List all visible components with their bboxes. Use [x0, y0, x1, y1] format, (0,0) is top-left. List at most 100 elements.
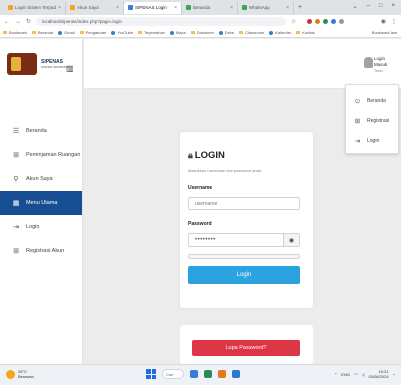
browser-tab[interactable]: Login Sistem Terpadu ×	[4, 1, 66, 14]
sidebar: SIPENAS SISTEM INFORMASI ▥ ☰ Beranda ⊞ Pem…	[0, 39, 83, 364]
url-input[interactable]: localhost/sipenas/index.php?page=login	[36, 17, 287, 26]
windows-start-icon[interactable]	[146, 369, 156, 379]
forgot-password-card: Lupa Password?	[180, 325, 313, 364]
sidebar-nav: ☰ Beranda ⊞ Peminjaman Ruangan ⚲ Akun Saya …	[0, 119, 82, 263]
home-icon: ⊙	[354, 98, 361, 105]
bookmark-item[interactable]: Maps	[170, 30, 186, 35]
sidebar-item-registrasi[interactable]: ⊞ Registrasi Akun	[0, 239, 82, 263]
notification-icon[interactable]: ◔	[393, 372, 395, 377]
sidebar-item-beranda[interactable]: ☰ Beranda	[0, 119, 82, 143]
login-button[interactable]: Login	[188, 266, 300, 284]
taskbar-apps: Cari	[146, 369, 240, 379]
login-icon: ⇥	[354, 138, 361, 145]
login-card: 🔒︎ LOGIN Masukkan username dan password a…	[180, 132, 313, 308]
show-password-icon[interactable]: ◉	[283, 234, 299, 246]
close-window-icon[interactable]: ×	[391, 3, 395, 10]
tab-favicon-icon	[186, 5, 191, 10]
username-input[interactable]: username	[188, 197, 300, 210]
user-menu[interactable]: Login Masuk Tamu	[374, 56, 396, 74]
close-icon[interactable]: ×	[286, 5, 289, 11]
sidebar-item-peminjaman[interactable]: ⊞ Peminjaman Ruangan	[0, 143, 82, 167]
taskbar: 28°C Berawan Cari ⌃ ENG ◠ ◁ 10:21 03/06/20…	[0, 364, 401, 385]
file-explorer-icon[interactable]	[190, 370, 198, 378]
browser-tab[interactable]: WhatsApp ×	[238, 1, 294, 14]
bookmark-item[interactable]: Gmail	[58, 30, 74, 35]
browser-tab-bar: Login Sistem Terpadu × Akun Saya × SIPENAS…	[0, 0, 401, 15]
browser-tab-active[interactable]: SIPENAS Login ×	[124, 1, 182, 14]
home-icon: ☰	[12, 128, 20, 135]
username-label: Username	[188, 185, 213, 191]
tab-favicon-icon	[128, 5, 133, 10]
close-icon[interactable]: ×	[116, 5, 119, 11]
minimize-icon[interactable]: –	[367, 3, 370, 10]
bookmark-item[interactable]: Terjemahan	[138, 30, 165, 35]
chevron-up-icon[interactable]: ⌃	[334, 372, 337, 377]
bookmark-item[interactable]: Dokumen	[191, 30, 214, 35]
vscode-icon[interactable]	[232, 370, 240, 378]
taskbar-search[interactable]: Cari	[162, 369, 184, 379]
sidebar-item-login[interactable]: ⇥ Login	[0, 215, 82, 239]
bookmark-item[interactable]: Drive	[219, 30, 234, 35]
tab-favicon-icon	[242, 5, 247, 10]
forward-icon[interactable]: →	[15, 19, 21, 25]
volume-icon[interactable]: ◁	[361, 372, 364, 377]
password-group: •••••••• ◉	[188, 233, 300, 247]
reload-icon[interactable]: ↻	[26, 18, 31, 25]
star-icon[interactable]: ☆	[291, 18, 296, 25]
tab-favicon-icon	[70, 5, 75, 10]
bookmark-item[interactable]: Kalender	[269, 30, 291, 35]
password-input[interactable]: ••••••••	[189, 234, 283, 246]
bookmark-item[interactable]: Classroom	[239, 30, 264, 35]
clock[interactable]: 10:21 03/06/2024	[369, 369, 389, 379]
calendar-icon: ⊞	[13, 152, 19, 159]
close-icon[interactable]: ×	[174, 5, 177, 11]
extension-icons[interactable]	[307, 19, 345, 24]
other-bookmarks[interactable]: Bookmark lain	[372, 30, 401, 35]
user-icon: ⚲	[13, 176, 19, 183]
bookmark-item[interactable]: Bookmark	[3, 30, 27, 35]
address-bar: ← → ↻ localhost/sipenas/index.php?page=l…	[0, 15, 401, 28]
browser-icon[interactable]	[218, 370, 226, 378]
grid-icon: ▦	[12, 200, 20, 207]
sidebar-item-akun[interactable]: ⚲ Akun Saya	[0, 167, 82, 191]
register-icon: ⊞	[13, 248, 19, 255]
weather-widget[interactable]: 28°C Berawan	[6, 369, 34, 379]
bookmark-item[interactable]: Kontak	[296, 30, 314, 35]
dropdown-item-login[interactable]: ⇥ Login	[346, 131, 398, 151]
register-icon: ⊞	[354, 118, 361, 125]
password-label: Password	[188, 221, 212, 227]
weather-icon	[6, 369, 15, 379]
top-bar: Login Masuk Tamu	[84, 39, 401, 89]
new-tab-icon[interactable]: +	[298, 4, 302, 11]
password-strength-bar	[188, 254, 300, 259]
close-icon[interactable]: ×	[58, 5, 61, 11]
bookmark-item[interactable]: YouTube	[111, 30, 133, 35]
tab-favicon-icon	[8, 5, 13, 10]
language-indicator[interactable]: ENG	[341, 372, 350, 377]
dropdown-item-beranda[interactable]: ⊙ Beranda	[346, 91, 398, 111]
chevron-down-icon[interactable]: ⌄	[352, 3, 357, 10]
lock-icon: 🔒︎	[188, 150, 193, 160]
menu-toggle-icon[interactable]: ▥	[66, 64, 74, 73]
login-icon: ⇥	[13, 224, 19, 231]
store-icon[interactable]	[204, 370, 212, 378]
forgot-password-button[interactable]: Lupa Password?	[192, 340, 300, 356]
browser-tab[interactable]: Beranda ×	[182, 1, 238, 14]
menu-dots-icon[interactable]: ⋮	[391, 18, 397, 25]
dropdown-item-registrasi[interactable]: ⊞ Registrasi	[346, 111, 398, 131]
system-tray: ⌃ ENG ◠ ◁ 10:21 03/06/2024 ◔	[334, 369, 395, 379]
browser-tab[interactable]: Akun Saya ×	[66, 1, 124, 14]
avatar[interactable]	[364, 57, 373, 68]
close-icon[interactable]: ×	[230, 5, 233, 11]
user-dropdown: ⊙ Beranda ⊞ Registrasi ⇥ Login	[345, 84, 399, 154]
sidebar-item-menu-utama[interactable]: ▦ Menu Utama	[0, 191, 82, 215]
page-title: 🔒︎ LOGIN	[188, 150, 225, 161]
bookmark-item[interactable]: Pengaturan	[80, 30, 107, 35]
wifi-icon[interactable]: ◠	[354, 372, 358, 377]
logo-emblem	[7, 53, 37, 75]
maximize-icon[interactable]: □	[379, 3, 383, 10]
bookmarks-bar: Bookmark Beranda Gmail Pengaturan YouTub…	[0, 28, 401, 38]
profile-icon[interactable]: ◉	[381, 18, 386, 25]
back-icon[interactable]: ←	[4, 19, 10, 25]
bookmark-item[interactable]: Beranda	[32, 30, 53, 35]
